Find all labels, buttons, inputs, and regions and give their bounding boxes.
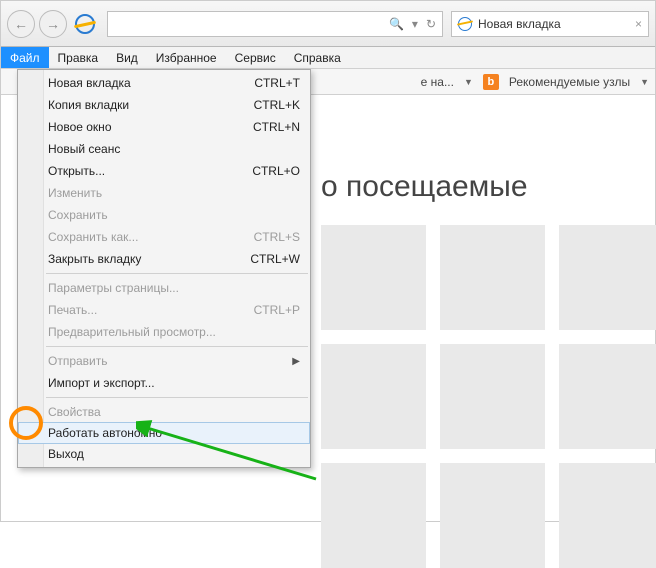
menu-item: Печать... CTRL+P [18,299,310,321]
search-icon: 🔍 [389,17,404,31]
menu-item-shortcut: CTRL+S [254,230,300,244]
ie-logo-icon [75,14,95,34]
menu-item-label: Работать автономно [48,426,162,440]
chevron-down-icon[interactable]: ▼ [640,77,649,87]
menu-item-label: Отправить [48,354,108,368]
menu-item[interactable]: Открыть... CTRL+O [18,160,310,182]
back-button[interactable]: ← [7,10,35,38]
frequent-tiles [321,225,656,568]
tile[interactable] [559,463,656,568]
tile[interactable] [559,344,656,449]
menu-item-label: Импорт и экспорт... [48,376,155,390]
titlebar: ← → 🔍 ▾ ↻ Новая вкладка × [1,1,655,47]
menu-item-label: Новое окно [48,120,112,134]
menu-item-label: Предварительный просмотр... [48,325,216,339]
menu-edit[interactable]: Правка [49,47,108,68]
chevron-down-icon[interactable]: ▼ [464,77,473,87]
menu-item-shortcut: CTRL+N [253,120,300,134]
browser-tab[interactable]: Новая вкладка × [451,11,649,37]
menu-file[interactable]: Файл [1,47,49,68]
menu-item-label: Свойства [48,405,101,419]
menu-separator [46,273,308,274]
tile[interactable] [321,344,426,449]
menu-view[interactable]: Вид [107,47,147,68]
dropdown-icon[interactable]: ▾ [412,17,418,31]
bing-icon: b [483,74,499,90]
suggested-sites-fragment[interactable]: е на... [421,75,454,89]
menu-item-label: Выход [48,447,84,461]
menubar: Файл Правка Вид Избранное Сервис Справка [1,47,655,69]
menu-separator [46,346,308,347]
menu-item[interactable]: Новая вкладка CTRL+T [18,72,310,94]
menu-item: Отправить ▶ [18,350,310,372]
close-icon[interactable]: × [635,17,642,31]
menu-item: Сохранить [18,204,310,226]
menu-item-shortcut: CTRL+K [254,98,300,112]
menu-item-label: Изменить [48,186,102,200]
address-bar[interactable]: 🔍 ▾ ↻ [107,11,443,37]
menu-item-label: Открыть... [48,164,105,178]
submenu-arrow-icon: ▶ [292,356,300,367]
tile[interactable] [440,463,545,568]
menu-item[interactable]: Работать автономно [18,422,310,444]
refresh-icon[interactable]: ↻ [426,17,436,31]
menu-separator [46,397,308,398]
menu-item: Сохранить как... CTRL+S [18,226,310,248]
menu-item-label: Сохранить как... [48,230,138,244]
menu-item-label: Параметры страницы... [48,281,179,295]
tab-title: Новая вкладка [478,17,561,31]
tile[interactable] [321,225,426,330]
menu-item-label: Новый сеанс [48,142,120,156]
menu-item-label: Новая вкладка [48,76,131,90]
menu-help[interactable]: Справка [285,47,350,68]
menu-tools[interactable]: Сервис [226,47,285,68]
menu-item[interactable]: Закрыть вкладку CTRL+W [18,248,310,270]
menu-item-shortcut: CTRL+T [254,76,300,90]
menu-item[interactable]: Новый сеанс [18,138,310,160]
tile[interactable] [440,344,545,449]
menu-item: Изменить [18,182,310,204]
menu-item[interactable]: Выход [18,443,310,465]
menu-item: Предварительный просмотр... [18,321,310,343]
ie-tab-icon [458,17,472,31]
tile[interactable] [559,225,656,330]
menu-item[interactable]: Копия вкладки CTRL+K [18,94,310,116]
forward-button[interactable]: → [39,10,67,38]
tile[interactable] [321,463,426,568]
menu-item[interactable]: Новое окно CTRL+N [18,116,310,138]
menu-item-shortcut: CTRL+O [252,164,300,178]
menu-item: Свойства [18,401,310,423]
menu-item-label: Печать... [48,303,97,317]
menu-item[interactable]: Импорт и экспорт... [18,372,310,394]
menu-item-shortcut: CTRL+W [250,252,300,266]
arrow-left-icon: ← [14,16,28,32]
menu-item-label: Закрыть вкладку [48,252,141,266]
menu-item-shortcut: CTRL+P [254,303,300,317]
tile[interactable] [440,225,545,330]
recommended-sites[interactable]: Рекомендуемые узлы [509,75,630,89]
menu-item-label: Сохранить [48,208,108,222]
file-menu-dropdown: Новая вкладка CTRL+T Копия вкладки CTRL+K Но… [17,69,311,468]
menu-item: Параметры страницы... [18,277,310,299]
menu-favorites[interactable]: Избранное [147,47,226,68]
menu-item-label: Копия вкладки [48,98,129,112]
page-title: о посещаемые [321,170,528,204]
arrow-right-icon: → [46,16,60,32]
